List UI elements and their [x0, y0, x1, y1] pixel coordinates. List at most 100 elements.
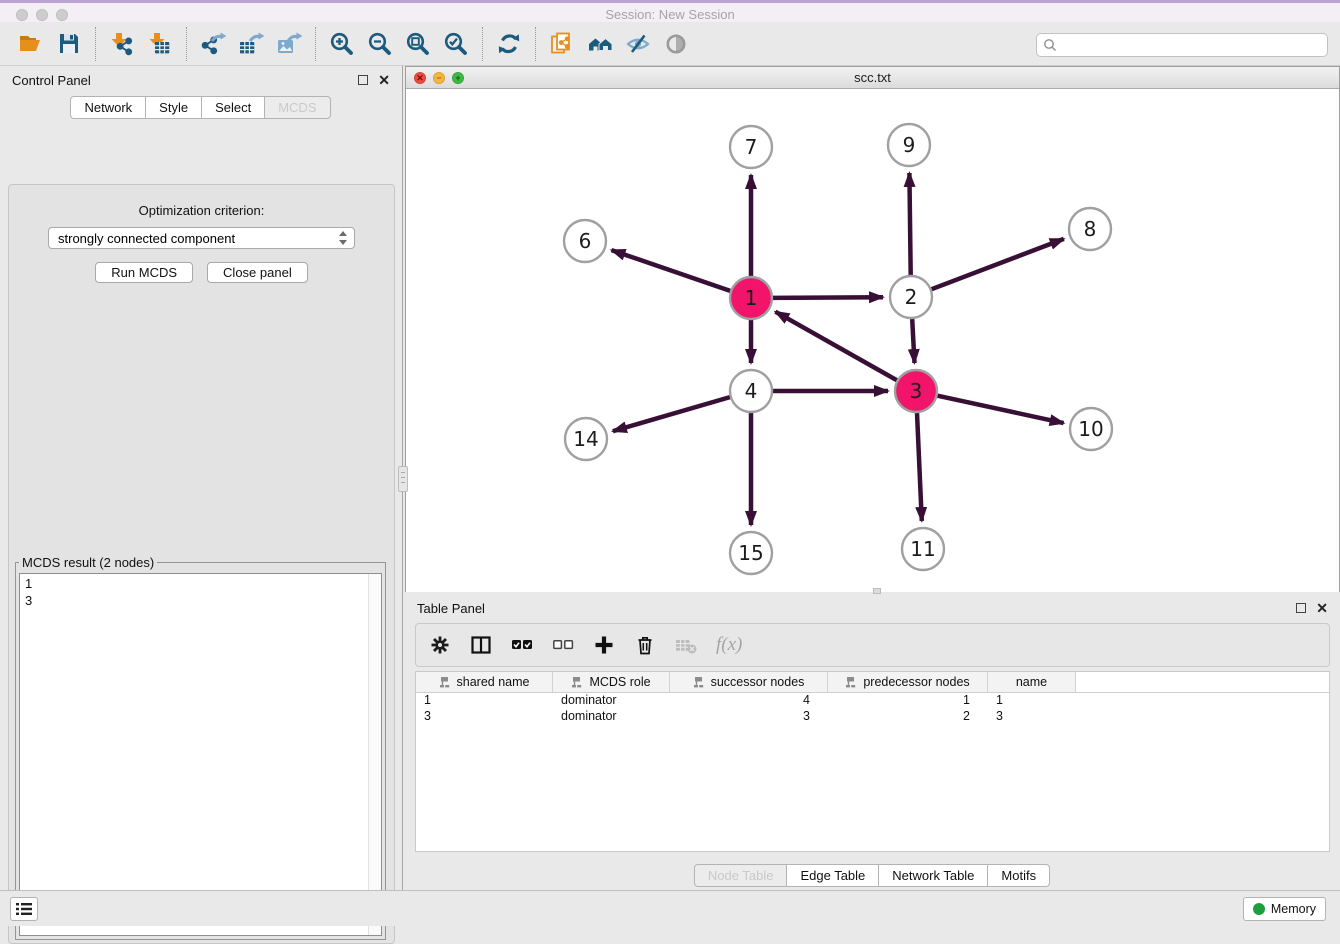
tab-mcds[interactable]: MCDS: [264, 96, 330, 119]
column-header-shared-name[interactable]: shared name: [416, 672, 553, 692]
settings-gear-button[interactable]: [429, 634, 451, 656]
graph-edge-1-6[interactable]: [612, 250, 731, 291]
function-builder-button: f(x): [716, 634, 742, 656]
table-float-panel-icon[interactable]: [1296, 603, 1306, 613]
result-scrollbar[interactable]: [368, 574, 381, 935]
graph-edge-1-2[interactable]: [773, 297, 883, 298]
zoom-selected-button[interactable]: [437, 26, 475, 62]
table-body: 1dominator4113dominator323: [416, 693, 1329, 725]
memory-button[interactable]: Memory: [1243, 897, 1326, 921]
home-layout-button[interactable]: [581, 26, 619, 62]
graph-edge-3-10[interactable]: [938, 396, 1064, 423]
graph-node-9[interactable]: 9: [888, 124, 930, 166]
optimization-criterion-select[interactable]: strongly connected component: [48, 227, 355, 249]
float-panel-icon[interactable]: [358, 75, 368, 85]
panel-splitter-handle[interactable]: [398, 466, 408, 492]
graph-node-4[interactable]: 4: [730, 370, 772, 412]
hide-panel-icon: [625, 31, 651, 57]
table-toolbar: f(x): [415, 623, 1330, 667]
open-file-icon: [18, 31, 44, 57]
network-close-icon[interactable]: ✕: [414, 72, 426, 84]
graph-edge-4-14[interactable]: [613, 397, 730, 431]
export-network-button[interactable]: [194, 26, 232, 62]
hide-panel-button[interactable]: [619, 26, 657, 62]
graph-edge-3-1[interactable]: [775, 312, 896, 381]
column-header-successor-nodes[interactable]: successor nodes: [670, 672, 828, 692]
settings-gear-icon: [429, 634, 451, 656]
network-graph[interactable]: 7 9 6 8 1 2 4 3 14 10 15 11: [406, 89, 1339, 592]
mcds-result-text: 1 3: [20, 574, 367, 935]
close-panel-icon[interactable]: ✕: [378, 75, 390, 85]
search-input[interactable]: [1061, 38, 1321, 53]
zoom-fit-button[interactable]: [399, 26, 437, 62]
column-layout-button[interactable]: [470, 634, 492, 656]
task-history-button[interactable]: [10, 897, 38, 921]
zoom-out-icon: [367, 31, 393, 57]
tab-style[interactable]: Style: [145, 96, 202, 119]
network-window-title: scc.txt: [406, 70, 1339, 85]
tab-node-table[interactable]: Node Table: [694, 864, 788, 887]
delete-column-button[interactable]: [634, 634, 656, 656]
unselect-all-button[interactable]: [552, 634, 574, 656]
column-header-MCDS-role[interactable]: MCDS role: [553, 672, 670, 692]
graph-node-1[interactable]: 1: [730, 277, 772, 319]
import-network-button[interactable]: [103, 26, 141, 62]
graph-node-7[interactable]: 7: [730, 126, 772, 168]
svg-text:9: 9: [903, 133, 916, 157]
column-header-predecessor-nodes[interactable]: predecessor nodes: [828, 672, 988, 692]
zoom-in-button[interactable]: [323, 26, 361, 62]
refresh-button[interactable]: [490, 26, 528, 62]
import-table-button[interactable]: [141, 26, 179, 62]
graph-node-3[interactable]: 3: [895, 370, 937, 412]
network-maximize-icon[interactable]: +: [452, 72, 464, 84]
table-cell: 4: [670, 693, 828, 709]
export-image-button[interactable]: [270, 26, 308, 62]
mcds-result-textarea[interactable]: 1 3: [19, 573, 382, 936]
graph-node-10[interactable]: 10: [1070, 408, 1112, 450]
table-row[interactable]: 3dominator323: [416, 709, 1329, 725]
graph-node-15[interactable]: 15: [730, 532, 772, 574]
add-column-button[interactable]: [593, 634, 615, 656]
column-header-name[interactable]: name: [988, 672, 1076, 692]
graph-edge-2-9[interactable]: [909, 173, 910, 275]
graph-edge-3-11[interactable]: [917, 413, 922, 521]
control-panel: Control Panel ✕ NetworkStyleSelectMCDS O…: [0, 66, 403, 890]
control-panel-tabs: NetworkStyleSelectMCDS: [0, 96, 402, 119]
close-panel-button[interactable]: Close panel: [207, 262, 308, 283]
graph-node-14[interactable]: 14: [565, 418, 607, 460]
run-mcds-button[interactable]: Run MCDS: [95, 262, 193, 283]
table-close-panel-icon[interactable]: ✕: [1316, 603, 1328, 613]
export-table-button[interactable]: [232, 26, 270, 62]
network-window-titlebar[interactable]: ✕ − + scc.txt: [406, 67, 1339, 89]
table-cell: 1: [988, 693, 1076, 709]
gray-eye-button[interactable]: [657, 26, 695, 62]
save-session-button[interactable]: [50, 26, 88, 62]
svg-text:10: 10: [1078, 417, 1103, 441]
svg-text:2: 2: [905, 285, 918, 309]
duplicate-network-button[interactable]: [543, 26, 581, 62]
select-all-button[interactable]: [511, 634, 533, 656]
dropdown-value: strongly connected component: [58, 231, 338, 246]
table-cell: 3: [416, 709, 553, 725]
tab-network-table[interactable]: Network Table: [878, 864, 988, 887]
graph-node-2[interactable]: 2: [890, 276, 932, 318]
graph-node-8[interactable]: 8: [1069, 208, 1111, 250]
graph-edge-2-3[interactable]: [912, 319, 914, 363]
optimization-criterion-label: Optimization criterion:: [9, 203, 394, 218]
tab-select[interactable]: Select: [201, 96, 265, 119]
delete-column-icon: [634, 634, 656, 656]
table-row[interactable]: 1dominator411: [416, 693, 1329, 709]
zoom-out-button[interactable]: [361, 26, 399, 62]
toolbar-separator: [482, 27, 483, 61]
tab-edge-table[interactable]: Edge Table: [786, 864, 879, 887]
tab-motifs[interactable]: Motifs: [987, 864, 1050, 887]
open-file-button[interactable]: [12, 26, 50, 62]
main-toolbar: [0, 22, 1340, 66]
graph-node-6[interactable]: 6: [564, 220, 606, 262]
network-minimize-icon[interactable]: −: [433, 72, 445, 84]
table-cell: 2: [828, 709, 988, 725]
graph-edge-2-8[interactable]: [932, 239, 1064, 289]
network-canvas[interactable]: 7 9 6 8 1 2 4 3 14 10 15 11: [406, 89, 1339, 592]
graph-node-11[interactable]: 11: [902, 528, 944, 570]
tab-network[interactable]: Network: [70, 96, 146, 119]
